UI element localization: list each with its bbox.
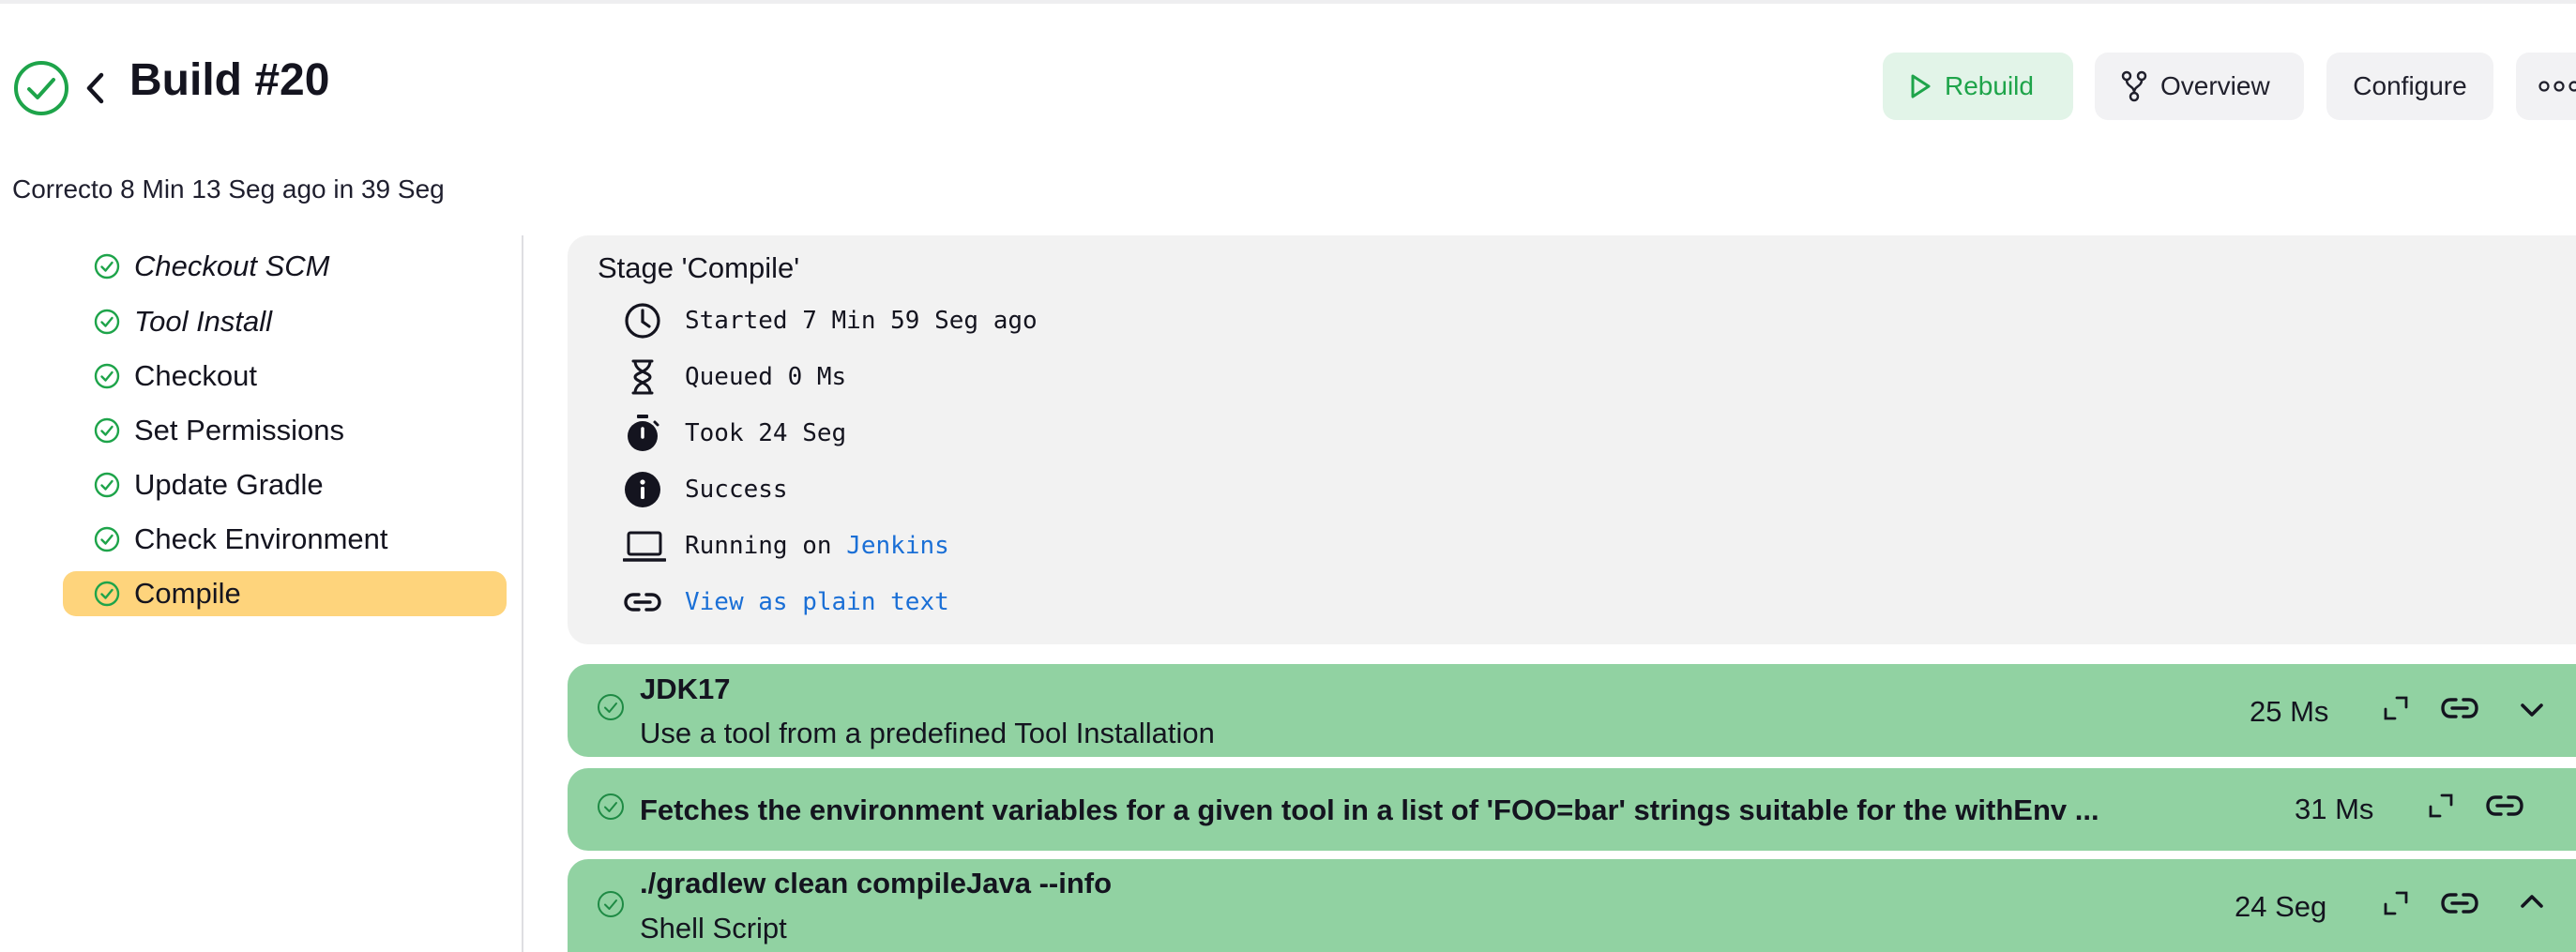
stage-label: Compile [134, 577, 241, 610]
step-name: ./gradlew clean compileJava --info [640, 867, 1113, 899]
plain-text-row: View as plain text [623, 582, 949, 623]
stage-status-row: Success [623, 469, 788, 510]
stage-label: Checkout SCM [134, 249, 330, 282]
stage-success-icon [93, 308, 121, 336]
stage-success-icon [93, 416, 121, 445]
link-icon [623, 582, 662, 622]
more-horizontal-icon [2538, 80, 2576, 93]
play-icon [1909, 73, 1932, 99]
stage-success-icon [93, 580, 121, 608]
step-name: JDK17 [640, 672, 731, 705]
clock-icon [623, 301, 662, 340]
configure-label: Configure [2353, 71, 2467, 100]
hourglass-icon [623, 357, 662, 397]
stage-label: Tool Install [134, 305, 273, 338]
expand-icon[interactable] [2380, 887, 2412, 919]
stage-item[interactable]: Check Environment [63, 517, 507, 562]
step-description: Use a tool from a predefined Tool Instal… [640, 717, 1215, 749]
step-description: Shell Script [640, 912, 787, 944]
step-row[interactable]: ./gradlew clean compileJava --info Shell… [568, 859, 2576, 952]
page-title: Build #20 [129, 55, 330, 105]
stage-success-icon [93, 362, 121, 390]
stage-title: Stage 'Compile' [598, 251, 800, 284]
stage-label: Set Permissions [134, 414, 344, 446]
stage-took: Took 24 Seg [685, 419, 847, 447]
overview-button[interactable]: Overview [2095, 53, 2304, 120]
chevron-up-icon[interactable] [2518, 889, 2546, 914]
stage-label: Checkout [134, 359, 257, 392]
stage-item[interactable]: Update Gradle [63, 462, 507, 507]
stopwatch-icon [623, 414, 662, 453]
chevron-down-icon[interactable] [2518, 698, 2546, 722]
stage-item[interactable]: Tool Install [63, 299, 507, 344]
branch-icon [2121, 70, 2147, 102]
overview-label: Overview [2160, 71, 2270, 100]
build-summary: Correcto 8 Min 13 Seg ago in 39 Seg [12, 174, 445, 204]
stage-item[interactable]: Compile [63, 571, 507, 616]
sidebar-divider [522, 235, 523, 952]
step-duration: 25 Ms [2250, 695, 2329, 728]
step-link-icon[interactable] [2485, 790, 2524, 822]
step-success-icon [596, 889, 626, 919]
stage-success-icon [93, 252, 121, 280]
top-border [0, 0, 2576, 4]
more-actions-button[interactable] [2516, 53, 2576, 120]
stage-item[interactable]: Checkout SCM [63, 244, 507, 289]
view-plain-text-link[interactable]: View as plain text [685, 588, 949, 616]
stage-took-row: Took 24 Seg [623, 413, 846, 454]
laptop-icon [623, 526, 666, 566]
success-status-icon [12, 59, 70, 117]
step-success-icon [596, 792, 626, 822]
node-link[interactable]: Jenkins [846, 532, 949, 560]
stage-success-icon [93, 471, 121, 499]
rebuild-label: Rebuild [1945, 71, 2034, 100]
stage-item[interactable]: Checkout [63, 354, 507, 399]
step-name: Fetches the environment variables for a … [640, 793, 2099, 826]
configure-button[interactable]: Configure [2326, 53, 2493, 120]
step-duration: 24 Seg [2235, 890, 2327, 923]
stage-item[interactable]: Set Permissions [63, 408, 507, 453]
step-link-icon[interactable] [2440, 692, 2479, 724]
stage-started: Started 7 Min 59 Seg ago [685, 307, 1038, 335]
step-duration: 31 Ms [2295, 793, 2374, 825]
back-chevron-icon[interactable] [81, 68, 109, 109]
step-row[interactable]: Fetches the environment variables for a … [568, 768, 2576, 851]
stage-started-row: Started 7 Min 59 Seg ago [623, 300, 1038, 341]
stage-queued-row: Queued 0 Ms [623, 356, 846, 398]
stage-label: Update Gradle [134, 468, 324, 501]
expand-icon[interactable] [2380, 692, 2412, 724]
step-row[interactable]: JDK17 Use a tool from a predefined Tool … [568, 664, 2576, 757]
stage-success-icon [93, 525, 121, 553]
stage-status: Success [685, 476, 788, 504]
step-link-icon[interactable] [2440, 887, 2479, 919]
stage-node-row: Running on Jenkins [623, 525, 949, 567]
rebuild-button[interactable]: Rebuild [1883, 53, 2073, 120]
info-icon [623, 470, 662, 509]
stage-label: Check Environment [134, 522, 388, 555]
stage-queued: Queued 0 Ms [685, 363, 847, 391]
running-on-label: Running on [685, 532, 832, 560]
expand-icon[interactable] [2425, 790, 2457, 822]
step-success-icon [596, 692, 626, 722]
